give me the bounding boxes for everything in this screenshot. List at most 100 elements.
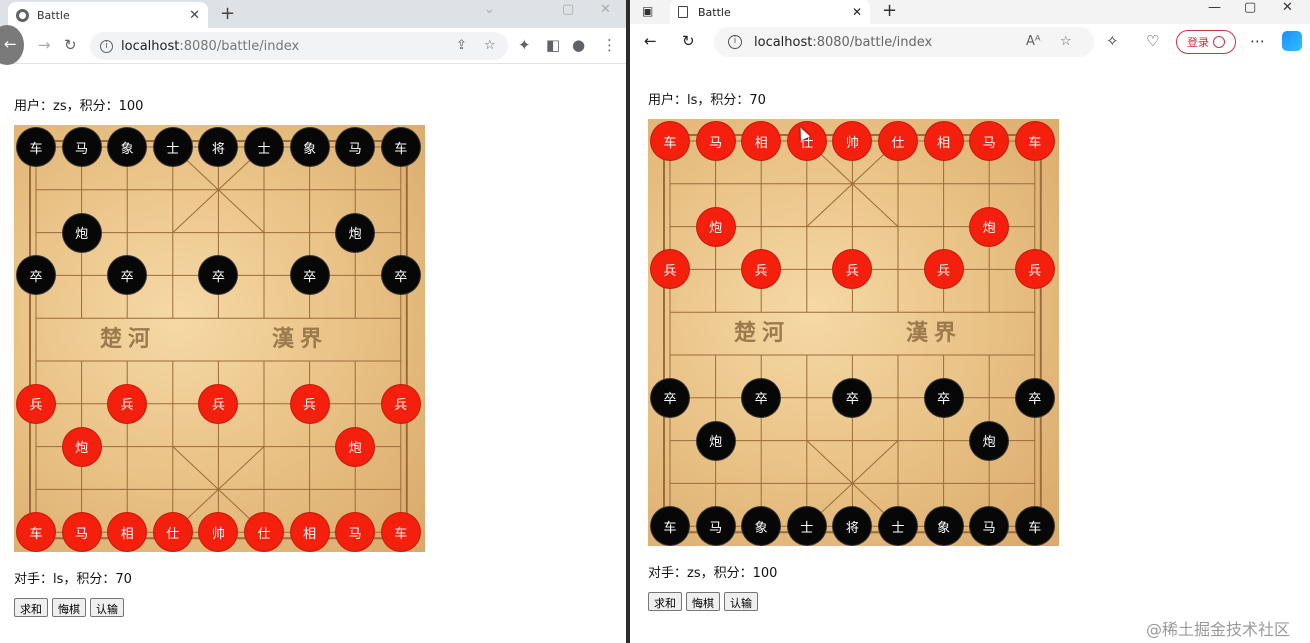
close-tab-icon[interactable]: ✕ bbox=[189, 8, 200, 23]
copilot-icon[interactable] bbox=[1282, 31, 1302, 51]
address-bar[interactable]: i localhost:8080/battle/index Aᴬ ☆ bbox=[714, 27, 1094, 57]
black-piece[interactable]: 车 bbox=[651, 507, 689, 546]
black-piece[interactable]: 卒 bbox=[1015, 378, 1054, 417]
back-icon[interactable]: ← bbox=[644, 32, 657, 50]
extensions-icon[interactable]: ✦ bbox=[518, 36, 531, 54]
info-icon[interactable]: i bbox=[728, 35, 742, 49]
minimize-icon[interactable]: — bbox=[1208, 0, 1221, 15]
reload-icon[interactable]: ↻ bbox=[682, 32, 695, 50]
maximize-icon[interactable]: ▢ bbox=[562, 2, 574, 17]
red-piece[interactable]: 相 bbox=[290, 513, 329, 552]
red-piece[interactable]: 炮 bbox=[336, 427, 375, 466]
red-piece[interactable]: 兵 bbox=[17, 384, 55, 423]
reload-icon[interactable]: ↻ bbox=[64, 36, 77, 54]
black-piece[interactable]: 马 bbox=[62, 128, 101, 166]
edge-window: ▣ Battle ✕ + — ▢ ✕ ← ↻ i localhost:8080/… bbox=[630, 0, 1310, 643]
chevron-down-icon[interactable]: ⌄ bbox=[484, 2, 495, 17]
info-icon[interactable]: i bbox=[100, 39, 113, 53]
black-piece[interactable]: 卒 bbox=[290, 256, 329, 295]
red-piece[interactable]: 相 bbox=[742, 122, 781, 160]
chrome-tab-battle[interactable]: Battle ✕ bbox=[8, 2, 208, 28]
favorite-icon[interactable]: ☆ bbox=[1060, 34, 1072, 49]
red-piece[interactable]: 炮 bbox=[62, 427, 101, 466]
red-piece[interactable]: 兵 bbox=[199, 384, 238, 423]
new-tab-icon[interactable]: + bbox=[882, 0, 897, 21]
black-piece[interactable]: 马 bbox=[696, 507, 735, 546]
black-piece[interactable]: 炮 bbox=[336, 213, 375, 252]
chess-board[interactable]: 楚河 漢界 车马相仕帅仕相马车炮炮兵兵兵兵兵卒卒卒卒卒炮炮车马象士将士象马车 bbox=[648, 119, 1059, 546]
draw-button[interactable]: 求和 bbox=[14, 598, 48, 617]
back-icon: ← bbox=[4, 35, 17, 53]
red-piece[interactable]: 车 bbox=[17, 513, 55, 552]
black-piece[interactable]: 车 bbox=[1015, 507, 1054, 546]
forward-icon[interactable]: → bbox=[38, 36, 51, 54]
browser-essentials-icon[interactable]: ♡ bbox=[1146, 32, 1159, 50]
black-piece[interactable]: 卒 bbox=[833, 378, 872, 417]
black-piece[interactable]: 炮 bbox=[696, 421, 735, 460]
user-info: 用户：ls，积分：70 bbox=[648, 93, 766, 108]
red-piece[interactable]: 炮 bbox=[696, 207, 735, 246]
undo-button[interactable]: 悔棋 bbox=[52, 598, 86, 617]
new-tab-icon[interactable]: + bbox=[220, 3, 235, 24]
close-tab-icon[interactable]: ✕ bbox=[852, 5, 862, 19]
share-icon[interactable]: ⇪ bbox=[456, 38, 467, 53]
black-piece[interactable]: 士 bbox=[787, 507, 826, 546]
resign-button[interactable]: 认输 bbox=[90, 598, 124, 617]
black-piece[interactable]: 象 bbox=[290, 128, 329, 166]
red-piece[interactable]: 马 bbox=[62, 513, 101, 552]
black-piece[interactable]: 车 bbox=[17, 128, 55, 166]
red-piece[interactable]: 车 bbox=[381, 513, 420, 552]
menu-icon[interactable]: ⋮ bbox=[602, 36, 617, 54]
profile-icon[interactable]: ● bbox=[572, 36, 585, 54]
red-piece[interactable]: 兵 bbox=[381, 384, 420, 423]
red-piece[interactable]: 仕 bbox=[153, 513, 192, 552]
black-piece[interactable]: 卒 bbox=[381, 256, 420, 295]
river-text-han: 漢界 bbox=[906, 320, 963, 346]
black-piece[interactable]: 车 bbox=[381, 128, 420, 166]
url-path: :8080/battle/index bbox=[179, 38, 300, 54]
red-piece[interactable]: 仕 bbox=[245, 513, 283, 552]
side-panel-icon[interactable]: ◧ bbox=[546, 36, 560, 54]
black-piece[interactable]: 象 bbox=[924, 507, 963, 546]
read-aloud-icon[interactable]: Aᴬ bbox=[1026, 34, 1041, 49]
chess-board[interactable]: 楚河 漢界 车马象士将士象马车炮炮卒卒卒卒卒兵兵兵兵兵炮炮车马相仕帅仕相马车 bbox=[14, 125, 425, 552]
black-piece[interactable]: 卒 bbox=[651, 378, 689, 417]
red-piece[interactable]: 炮 bbox=[970, 207, 1009, 246]
draw-button[interactable]: 求和 bbox=[648, 592, 682, 611]
address-bar[interactable]: i localhost:8080/battle/index ⇪ ☆ bbox=[90, 32, 508, 60]
red-piece[interactable]: 相 bbox=[924, 122, 963, 160]
black-piece[interactable]: 炮 bbox=[62, 213, 101, 252]
resign-button[interactable]: 认输 bbox=[724, 592, 758, 611]
red-piece[interactable]: 兵 bbox=[1015, 250, 1054, 289]
red-piece[interactable]: 车 bbox=[651, 122, 689, 160]
close-window-icon[interactable]: ✕ bbox=[600, 2, 611, 17]
maximize-icon[interactable]: ▢ bbox=[1244, 0, 1256, 15]
black-piece[interactable]: 炮 bbox=[970, 421, 1009, 460]
black-piece[interactable]: 士 bbox=[245, 128, 283, 166]
more-icon[interactable]: ⋯ bbox=[1250, 32, 1265, 50]
edge-tab-battle[interactable]: Battle ✕ bbox=[670, 0, 870, 24]
red-piece[interactable]: 兵 bbox=[108, 384, 147, 423]
black-piece[interactable]: 士 bbox=[153, 128, 192, 166]
black-piece[interactable]: 卒 bbox=[742, 378, 781, 417]
close-window-icon[interactable]: ✕ bbox=[1282, 0, 1293, 15]
black-piece[interactable]: 象 bbox=[108, 128, 147, 166]
red-piece[interactable]: 仕 bbox=[879, 122, 917, 160]
black-piece[interactable]: 马 bbox=[336, 128, 375, 166]
black-piece[interactable]: 卒 bbox=[924, 378, 963, 417]
red-piece[interactable]: 马 bbox=[970, 122, 1009, 160]
edge-toolbar: ← ↻ i localhost:8080/battle/index Aᴬ ☆ ✧… bbox=[630, 24, 1310, 60]
red-piece[interactable]: 兵 bbox=[924, 250, 963, 289]
red-piece[interactable]: 兵 bbox=[290, 384, 329, 423]
extensions-icon[interactable]: ✧ bbox=[1106, 32, 1119, 50]
red-piece[interactable]: 马 bbox=[696, 122, 735, 160]
red-piece[interactable]: 车 bbox=[1015, 122, 1054, 160]
star-icon[interactable]: ☆ bbox=[484, 38, 496, 53]
red-piece[interactable]: 仕 bbox=[787, 122, 826, 160]
login-label: 登录 bbox=[1187, 36, 1209, 49]
tab-actions-icon[interactable]: ▣ bbox=[642, 4, 653, 18]
login-button[interactable]: 登录 bbox=[1176, 30, 1236, 54]
undo-button[interactable]: 悔棋 bbox=[686, 592, 720, 611]
chrome-window: Battle ✕ + ⌄ ▢ ✕ → ↻ i localhost:8080/ba… bbox=[0, 0, 626, 643]
black-piece[interactable]: 士 bbox=[879, 507, 917, 546]
